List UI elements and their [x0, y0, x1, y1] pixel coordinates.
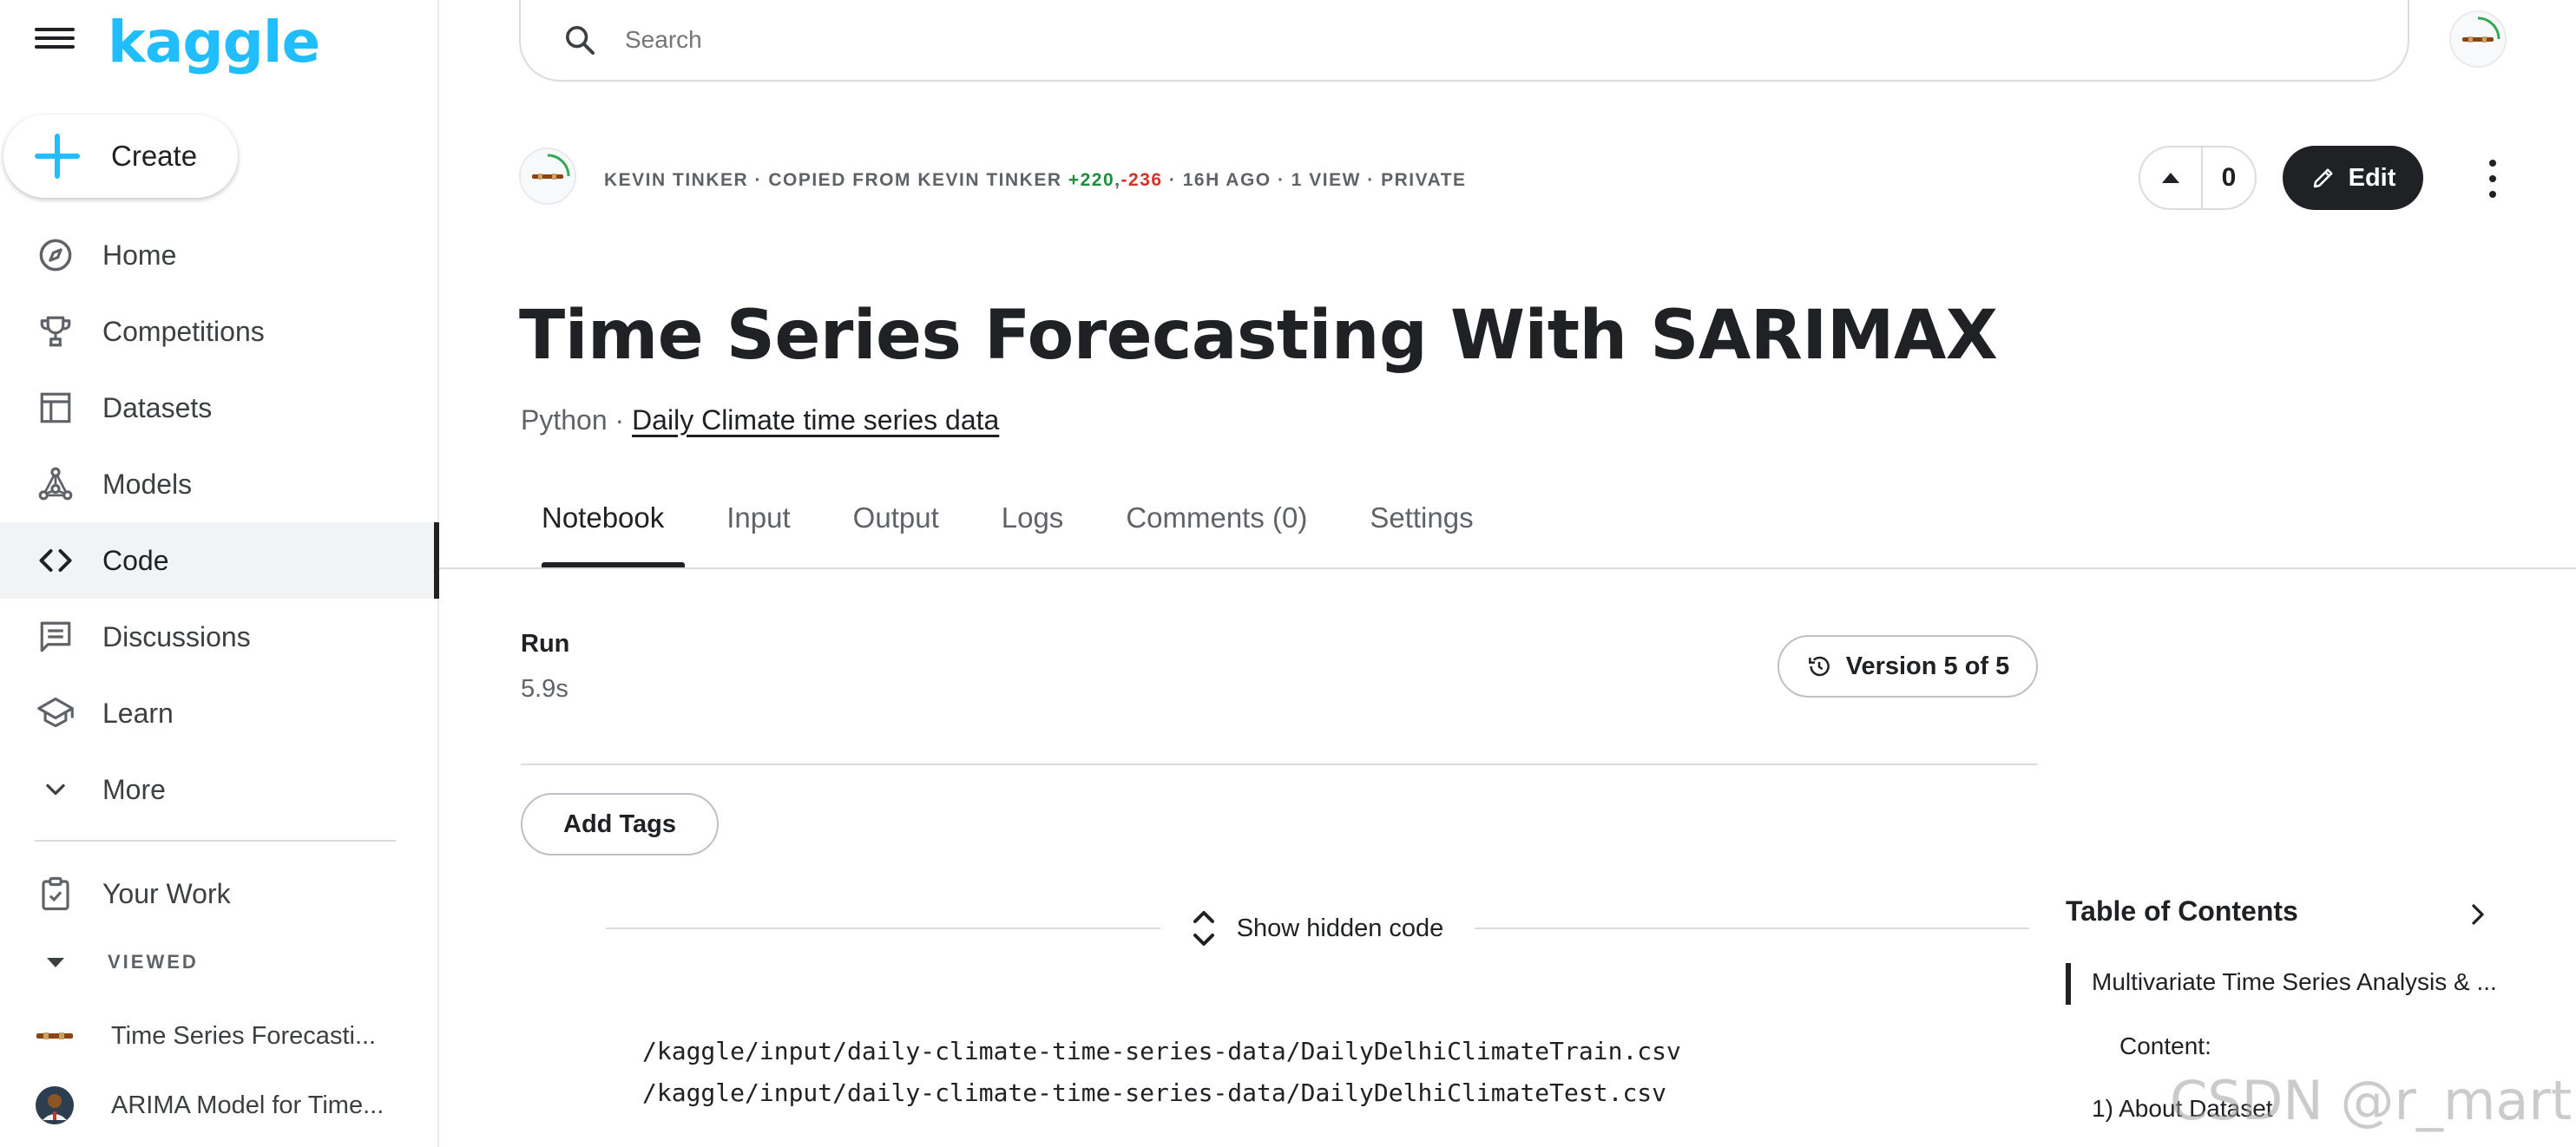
sidebar-item-label: Code: [102, 544, 169, 576]
upvote-button[interactable]: [2140, 147, 2203, 208]
create-button[interactable]: Create: [3, 115, 238, 198]
viewed-item[interactable]: Time Series Forecasti...: [35, 1010, 434, 1062]
divider-line: [606, 927, 1160, 929]
tab-notebook[interactable]: Notebook: [521, 501, 686, 567]
viewed-item-label: ARIMA Model for Time...: [111, 1091, 384, 1119]
compass-icon: [35, 234, 76, 276]
language-label: Python ·: [521, 404, 633, 436]
watermark: CSDN @r_martian: [2170, 1069, 2576, 1132]
sidebar-item-your-work[interactable]: Your Work: [0, 855, 437, 932]
lines-added: +220: [1068, 170, 1115, 190]
notebook-thumbnail-icon: [35, 1016, 75, 1056]
user-avatar-icon: [35, 1085, 75, 1125]
viewed-item[interactable]: ARIMA Model for Time...: [35, 1079, 434, 1131]
trophy-icon: [35, 311, 76, 352]
sidebar-item-code[interactable]: Code: [0, 522, 439, 599]
toc-active-indicator: [2066, 963, 2071, 1005]
viewed-item-label: Time Series Forecasti...: [111, 1021, 377, 1050]
viewed-heading: VIEWED: [108, 951, 199, 973]
sidebar-item-label: More: [102, 773, 166, 805]
vote-widget: 0: [2139, 146, 2257, 210]
tab-input[interactable]: Input: [726, 501, 811, 567]
code-icon: [35, 540, 76, 581]
dataset-link[interactable]: Daily Climate time series data: [632, 404, 999, 436]
page-title: Time Series Forecasting With SARIMAX: [519, 297, 1998, 375]
table-icon: [35, 387, 76, 429]
kaggle-logo[interactable]: kaggle: [108, 9, 320, 75]
sidebar-item-label: Discussions: [102, 620, 251, 652]
tab-logs[interactable]: Logs: [1002, 501, 1085, 567]
unfold-more-icon: [1193, 911, 1214, 946]
sidebar-item-label: Home: [102, 239, 177, 271]
plus-icon: [33, 132, 82, 180]
create-label: Create: [111, 140, 198, 172]
sidebar-item-discussions[interactable]: Discussions: [0, 599, 437, 675]
clipboard-check-icon: [35, 873, 76, 914]
vote-count: 0: [2221, 163, 2237, 192]
sidebar: kaggle Create Home Competitions Datasets: [0, 0, 439, 1147]
caret-down-icon: [47, 957, 64, 967]
pencil-icon: [2313, 168, 2333, 188]
run-label: Run: [521, 630, 570, 658]
tab-settings[interactable]: Settings: [1370, 501, 1494, 567]
sidebar-item-models[interactable]: Models: [0, 446, 437, 522]
sidebar-item-more[interactable]: More: [0, 751, 437, 828]
show-hidden-code-label: Show hidden code: [1236, 914, 1444, 942]
run-time: 5.9s: [521, 675, 568, 703]
sidebar-nav: Home Competitions Datasets Models Code D…: [0, 217, 439, 828]
output-line: /kaggle/input/daily-climate-time-series-…: [642, 1078, 1667, 1107]
sidebar-item-datasets[interactable]: Datasets: [0, 370, 437, 446]
hamburger-menu-icon[interactable]: [35, 23, 75, 57]
chevron-down-icon: [35, 769, 76, 810]
add-tags-button[interactable]: Add Tags: [521, 793, 719, 855]
search-input[interactable]: [623, 25, 2272, 55]
user-avatar-icon: [532, 154, 570, 180]
toc-item[interactable]: Multivariate Time Series Analysis & ...: [2092, 968, 2497, 996]
sidebar-item-label: Your Work: [102, 877, 231, 909]
sidebar-item-label: Competitions: [102, 315, 265, 347]
history-icon: [1808, 656, 1830, 677]
more-options-icon[interactable]: [2477, 160, 2508, 198]
chevron-right-icon[interactable]: [2465, 899, 2491, 930]
tab-bar: Notebook Input Output Logs Comments (0) …: [521, 501, 1495, 567]
user-avatar-icon: [2462, 16, 2500, 43]
sidebar-item-label: Datasets: [102, 391, 213, 423]
sidebar-item-learn[interactable]: Learn: [0, 675, 437, 751]
section-divider: [521, 764, 2038, 765]
sidebar-item-home[interactable]: Home: [0, 217, 437, 293]
tabs-divider: [439, 567, 2576, 569]
tab-output[interactable]: Output: [853, 501, 960, 567]
edit-label: Edit: [2348, 163, 2396, 192]
user-avatar[interactable]: [2449, 10, 2507, 68]
tab-comments[interactable]: Comments (0): [1126, 501, 1328, 567]
hidden-code-bar: Show hidden code: [606, 906, 2030, 951]
notebook-subtitle: Python · Daily Climate time series data: [521, 404, 999, 436]
meta-separator: ,: [1114, 170, 1121, 190]
models-icon: [35, 463, 76, 505]
cell-output: /kaggle/input/daily-climate-time-series-…: [642, 1031, 1681, 1114]
meta-suffix: · 16H AGO · 1 VIEW · PRIVATE: [1162, 170, 1467, 190]
lines-removed: -236: [1120, 170, 1163, 190]
sidebar-item-label: Models: [102, 468, 193, 500]
divider-line: [1475, 927, 2030, 929]
show-hidden-code-button[interactable]: Show hidden code: [1160, 909, 1475, 947]
author-avatar[interactable]: [519, 147, 576, 205]
sidebar-item-competitions[interactable]: Competitions: [0, 293, 437, 370]
sidebar-divider: [35, 840, 396, 842]
version-label: Version 5 of 5: [1845, 652, 2010, 680]
toc-title: Table of Contents: [2066, 895, 2298, 927]
version-history-button[interactable]: Version 5 of 5: [1778, 635, 2038, 698]
caret-up-icon: [2162, 173, 2179, 183]
school-icon: [35, 692, 76, 734]
edit-button[interactable]: Edit: [2283, 146, 2423, 210]
viewed-section-toggle[interactable]: VIEWED: [35, 951, 199, 973]
search-bar[interactable]: [519, 0, 2409, 82]
comment-icon: [35, 616, 76, 658]
sidebar-item-label: Learn: [102, 697, 174, 729]
meta-prefix: KEVIN TINKER · COPIED FROM KEVIN TINKER: [604, 170, 1068, 190]
notebook-meta: KEVIN TINKER · COPIED FROM KEVIN TINKER …: [604, 170, 1467, 191]
search-icon: [566, 26, 595, 55]
output-line: /kaggle/input/daily-climate-time-series-…: [642, 1037, 1681, 1065]
toc-item[interactable]: Content:: [2119, 1032, 2211, 1060]
